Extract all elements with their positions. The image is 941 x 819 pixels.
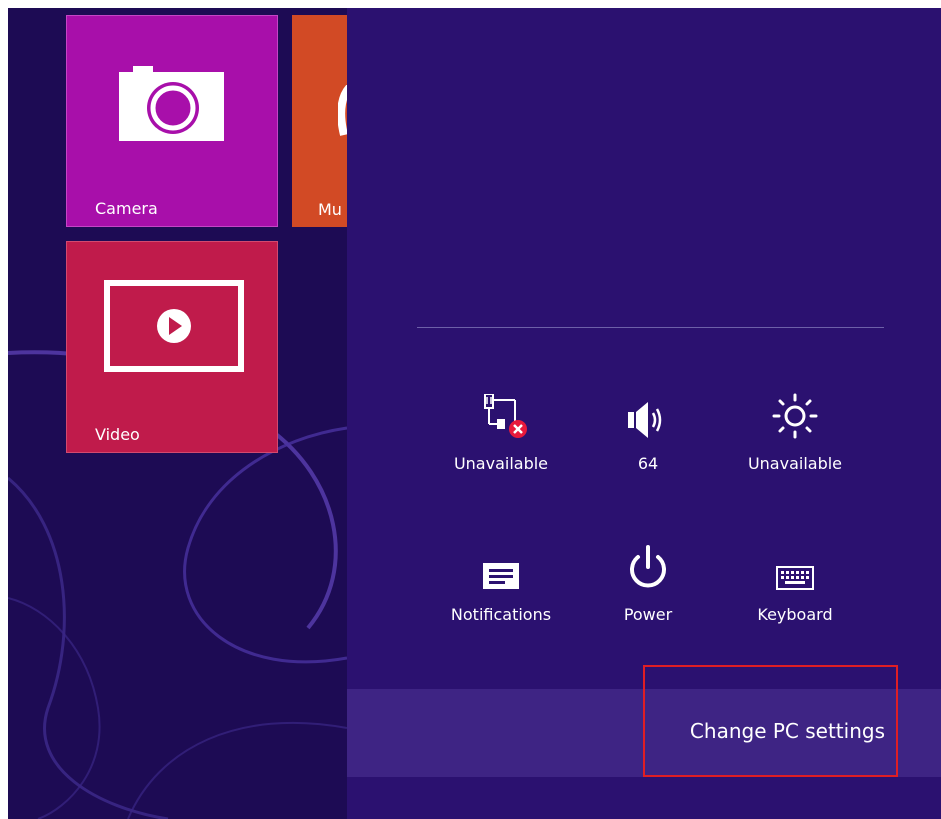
volume-quick-setting[interactable]: 64 xyxy=(573,384,723,473)
video-play-icon xyxy=(104,280,244,376)
highlight-box xyxy=(643,665,898,777)
camera-tile[interactable]: Camera xyxy=(66,15,278,227)
network-quick-setting[interactable]: Unavailable xyxy=(426,384,576,473)
network-quick-setting-label: Unavailable xyxy=(453,454,549,473)
notifications-icon xyxy=(426,535,576,591)
music-tile[interactable]: Mu xyxy=(292,15,355,227)
notifications-quick-setting[interactable]: Notifications xyxy=(426,535,576,624)
power-quick-setting-label: Power xyxy=(623,605,673,624)
power-quick-setting[interactable]: Power xyxy=(573,535,723,624)
notifications-quick-setting-label: Notifications xyxy=(450,605,552,624)
video-tile[interactable]: Video xyxy=(66,241,278,453)
keyboard-quick-setting-label: Keyboard xyxy=(757,605,833,624)
camera-icon xyxy=(119,56,224,145)
volume-icon xyxy=(573,384,723,440)
screen: Camera Mu Video Unavailable 64 Unavailab… xyxy=(8,8,941,819)
network-unavailable-icon xyxy=(426,384,576,440)
keyboard-quick-setting[interactable]: Keyboard xyxy=(720,535,870,624)
camera-tile-label: Camera xyxy=(95,199,158,218)
music-tile-label: Mu xyxy=(318,200,342,219)
keyboard-icon xyxy=(720,535,870,591)
video-tile-label: Video xyxy=(95,425,140,444)
panel-divider xyxy=(417,327,884,328)
brightness-quick-setting-label: Unavailable xyxy=(747,454,843,473)
brightness-icon xyxy=(720,384,870,440)
volume-quick-setting-label: 64 xyxy=(637,454,659,473)
power-icon xyxy=(573,535,723,591)
brightness-quick-setting[interactable]: Unavailable xyxy=(720,384,870,473)
